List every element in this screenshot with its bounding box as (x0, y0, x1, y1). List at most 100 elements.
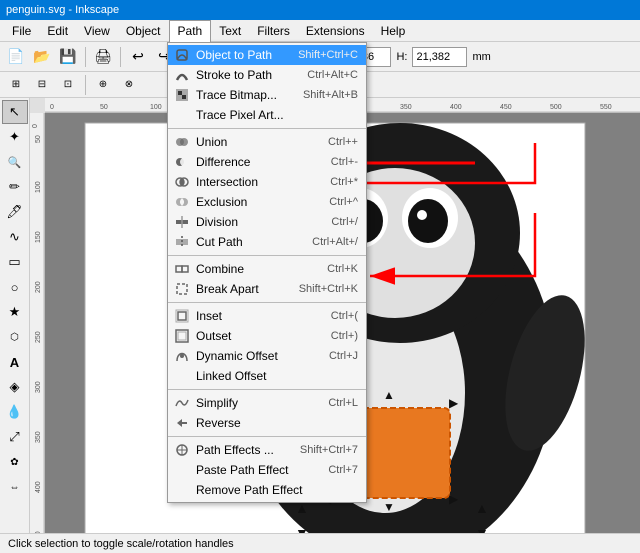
object-to-path-shortcut: Shift+Ctrl+C (278, 49, 358, 61)
menu-extensions[interactable]: Extensions (298, 20, 373, 42)
menu-cut-path[interactable]: Cut Path Ctrl+Alt+/ (168, 232, 366, 252)
spray-tool[interactable]: ✿ (2, 450, 28, 474)
menu-path[interactable]: Path (169, 20, 212, 42)
menu-simplify[interactable]: Simplify Ctrl+L (168, 393, 366, 413)
stroke-to-path-shortcut: Ctrl+Alt+C (287, 69, 358, 81)
sep-1 (168, 128, 366, 129)
svg-text:350: 350 (400, 104, 412, 111)
dynamic-offset-label: Dynamic Offset (196, 349, 278, 363)
3d-box-tool[interactable]: ⬡ (2, 325, 28, 349)
menu-union[interactable]: Union Ctrl++ (168, 132, 366, 152)
simplify-label: Simplify (196, 396, 238, 410)
print-btn[interactable]: 🖨 (91, 45, 115, 69)
measure-tool[interactable]: ⇔ (2, 475, 28, 499)
save-btn[interactable]: 💾 (56, 45, 80, 69)
menu-exclusion[interactable]: Exclusion Ctrl+^ (168, 192, 366, 212)
break-apart-shortcut: Shift+Ctrl+K (279, 283, 358, 295)
menu-trace-bitmap[interactable]: Trace Bitmap... Shift+Alt+B (168, 85, 366, 105)
svg-text:450: 450 (500, 104, 512, 111)
snap-btn3[interactable]: ⊡ (56, 73, 80, 97)
undo-btn[interactable]: ↩ (126, 45, 150, 69)
select-tool[interactable]: ↖ (2, 100, 28, 124)
open-btn[interactable]: 📂 (30, 45, 54, 69)
connector-tool[interactable]: ⤢ (2, 425, 28, 449)
intersection-icon (174, 174, 190, 190)
svg-text:▲: ▲ (383, 388, 395, 402)
difference-label: Difference (196, 155, 250, 169)
menu-help[interactable]: Help (373, 20, 414, 42)
svg-text:▶: ▶ (449, 396, 459, 410)
menu-file[interactable]: File (4, 20, 39, 42)
menu-intersection[interactable]: Intersection Ctrl+* (168, 172, 366, 192)
svg-text:550: 550 (600, 104, 612, 111)
paste-path-effect-icon (174, 462, 190, 478)
menu-edit[interactable]: Edit (39, 20, 76, 42)
eyedrop-tool[interactable]: 💧 (2, 400, 28, 424)
outset-icon (174, 328, 190, 344)
menu-object[interactable]: Object (118, 20, 169, 42)
menu-path-effects[interactable]: Path Effects ... Shift+Ctrl+7 (168, 440, 366, 460)
union-label: Union (196, 135, 227, 149)
menu-object-to-path[interactable]: Object to Path Shift+Ctrl+C (168, 45, 366, 65)
sep-4 (168, 389, 366, 390)
svg-text:0: 0 (50, 104, 54, 111)
outset-shortcut: Ctrl+) (311, 330, 358, 342)
menu-linked-offset[interactable]: Linked Offset (168, 366, 366, 386)
menu-view[interactable]: View (76, 20, 118, 42)
h-input[interactable] (412, 47, 467, 67)
status-bar: Click selection to toggle scale/rotation… (0, 533, 640, 553)
menu-inset[interactable]: Inset Ctrl+( (168, 306, 366, 326)
inset-label: Inset (196, 309, 222, 323)
menu-stroke-to-path[interactable]: Stroke to Path Ctrl+Alt+C (168, 65, 366, 85)
reverse-label: Reverse (196, 416, 241, 430)
trace-pixel-art-icon (174, 107, 190, 123)
pen-tool[interactable]: 🖊 (2, 200, 28, 224)
menu-reverse[interactable]: Reverse (168, 413, 366, 433)
pencil-tool[interactable]: ✏ (2, 175, 28, 199)
menu-text[interactable]: Text (211, 20, 249, 42)
circle-tool[interactable]: ○ (2, 275, 28, 299)
sep-2 (168, 255, 366, 256)
snap-btn4[interactable]: ⊕ (91, 73, 115, 97)
snap-btn2[interactable]: ⊟ (30, 73, 54, 97)
menu-division[interactable]: Division Ctrl+/ (168, 212, 366, 232)
rect-tool[interactable]: ▭ (2, 250, 28, 274)
text-tool[interactable]: A (2, 350, 28, 374)
calligraphy-tool[interactable]: ∿ (2, 225, 28, 249)
menu-break-apart[interactable]: Break Apart Shift+Ctrl+K (168, 279, 366, 299)
menu-filters[interactable]: Filters (249, 20, 298, 42)
exclusion-shortcut: Ctrl+^ (309, 196, 358, 208)
menu-dynamic-offset[interactable]: Dynamic Offset Ctrl+J (168, 346, 366, 366)
sep1 (85, 47, 86, 67)
paste-path-effect-label: Paste Path Effect (196, 463, 289, 477)
stroke-to-path-icon (174, 67, 190, 83)
menu-trace-pixel-art[interactable]: Trace Pixel Art... (168, 105, 366, 125)
menu-outset[interactable]: Outset Ctrl+) (168, 326, 366, 346)
trace-bitmap-shortcut: Shift+Alt+B (283, 89, 358, 101)
linked-offset-label: Linked Offset (196, 369, 267, 383)
zoom-tool[interactable]: 🔍 (2, 150, 28, 174)
svg-text:▼: ▼ (383, 500, 395, 514)
snap-btn1[interactable]: ⊞ (4, 73, 28, 97)
sep-5 (168, 436, 366, 437)
menu-difference[interactable]: Difference Ctrl+- (168, 152, 366, 172)
trace-pixel-art-label: Trace Pixel Art... (196, 108, 284, 122)
snap-btn5[interactable]: ⊗ (117, 73, 141, 97)
cut-path-shortcut: Ctrl+Alt+/ (292, 236, 358, 248)
intersection-label: Intersection (196, 175, 258, 189)
path-effects-shortcut: Shift+Ctrl+7 (280, 444, 358, 456)
sep-3 (168, 302, 366, 303)
dynamic-offset-shortcut: Ctrl+J (309, 350, 358, 362)
sep5 (85, 75, 86, 95)
star-tool[interactable]: ★ (2, 300, 28, 324)
gradient-tool[interactable]: ◈ (2, 375, 28, 399)
menu-remove-path-effect[interactable]: Remove Path Effect (168, 480, 366, 500)
toolbox: ↖ ✦ 🔍 ✏ 🖊 ∿ ▭ ○ ★ ⬡ A ◈ 💧 ⤢ ✿ ⇔ (0, 98, 30, 533)
svg-text:500: 500 (550, 104, 562, 111)
menu-paste-path-effect[interactable]: Paste Path Effect Ctrl+7 (168, 460, 366, 480)
node-tool[interactable]: ✦ (2, 125, 28, 149)
ruler-corner (30, 98, 45, 113)
menu-combine[interactable]: Combine Ctrl+K (168, 259, 366, 279)
svg-text:350: 350 (35, 431, 42, 443)
new-btn[interactable]: 📄 (4, 45, 28, 69)
